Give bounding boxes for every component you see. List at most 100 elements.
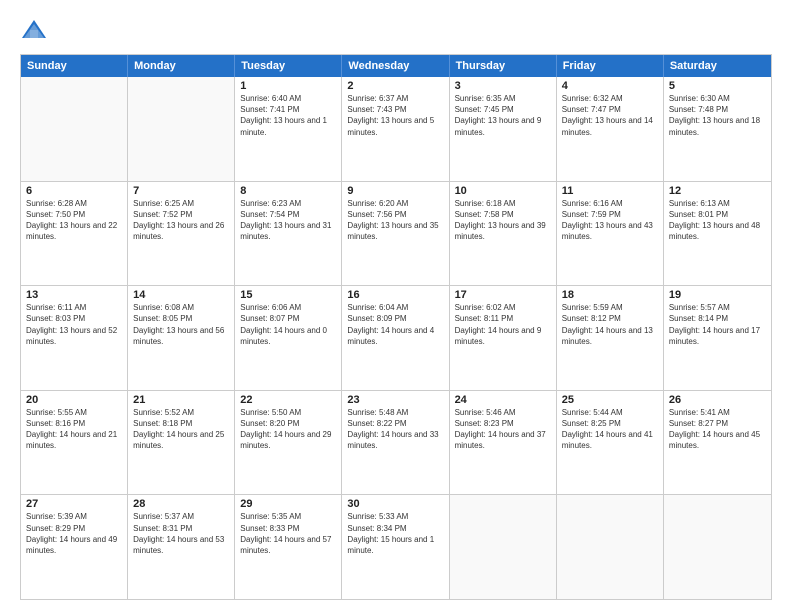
day-number: 26	[669, 394, 766, 406]
day-info: Sunrise: 6:30 AM Sunset: 7:48 PM Dayligh…	[669, 93, 766, 138]
day-number: 5	[669, 80, 766, 92]
day-cell-13: 13Sunrise: 6:11 AM Sunset: 8:03 PM Dayli…	[21, 286, 128, 390]
day-info: Sunrise: 5:35 AM Sunset: 8:33 PM Dayligh…	[240, 511, 336, 556]
empty-cell-0-1	[128, 77, 235, 181]
header-day-tuesday: Tuesday	[235, 55, 342, 77]
day-info: Sunrise: 5:39 AM Sunset: 8:29 PM Dayligh…	[26, 511, 122, 556]
day-cell-22: 22Sunrise: 5:50 AM Sunset: 8:20 PM Dayli…	[235, 391, 342, 495]
day-number: 19	[669, 289, 766, 301]
empty-cell-4-5	[557, 495, 664, 599]
day-cell-4: 4Sunrise: 6:32 AM Sunset: 7:47 PM Daylig…	[557, 77, 664, 181]
header-day-saturday: Saturday	[664, 55, 771, 77]
day-info: Sunrise: 5:55 AM Sunset: 8:16 PM Dayligh…	[26, 407, 122, 452]
day-cell-23: 23Sunrise: 5:48 AM Sunset: 8:22 PM Dayli…	[342, 391, 449, 495]
day-number: 27	[26, 498, 122, 510]
empty-cell-4-6	[664, 495, 771, 599]
day-cell-8: 8Sunrise: 6:23 AM Sunset: 7:54 PM Daylig…	[235, 182, 342, 286]
day-number: 10	[455, 185, 551, 197]
day-info: Sunrise: 6:08 AM Sunset: 8:05 PM Dayligh…	[133, 302, 229, 347]
day-cell-15: 15Sunrise: 6:06 AM Sunset: 8:07 PM Dayli…	[235, 286, 342, 390]
header-day-sunday: Sunday	[21, 55, 128, 77]
day-info: Sunrise: 6:32 AM Sunset: 7:47 PM Dayligh…	[562, 93, 658, 138]
day-number: 17	[455, 289, 551, 301]
day-cell-11: 11Sunrise: 6:16 AM Sunset: 7:59 PM Dayli…	[557, 182, 664, 286]
day-number: 22	[240, 394, 336, 406]
day-cell-10: 10Sunrise: 6:18 AM Sunset: 7:58 PM Dayli…	[450, 182, 557, 286]
day-info: Sunrise: 6:40 AM Sunset: 7:41 PM Dayligh…	[240, 93, 336, 138]
calendar-body: 1Sunrise: 6:40 AM Sunset: 7:41 PM Daylig…	[21, 77, 771, 599]
day-cell-27: 27Sunrise: 5:39 AM Sunset: 8:29 PM Dayli…	[21, 495, 128, 599]
day-info: Sunrise: 5:33 AM Sunset: 8:34 PM Dayligh…	[347, 511, 443, 556]
day-info: Sunrise: 6:20 AM Sunset: 7:56 PM Dayligh…	[347, 198, 443, 243]
day-number: 20	[26, 394, 122, 406]
day-number: 1	[240, 80, 336, 92]
day-info: Sunrise: 6:16 AM Sunset: 7:59 PM Dayligh…	[562, 198, 658, 243]
calendar-header: SundayMondayTuesdayWednesdayThursdayFrid…	[21, 55, 771, 77]
day-cell-26: 26Sunrise: 5:41 AM Sunset: 8:27 PM Dayli…	[664, 391, 771, 495]
day-cell-6: 6Sunrise: 6:28 AM Sunset: 7:50 PM Daylig…	[21, 182, 128, 286]
day-number: 21	[133, 394, 229, 406]
calendar-row-3: 20Sunrise: 5:55 AM Sunset: 8:16 PM Dayli…	[21, 390, 771, 495]
day-info: Sunrise: 6:37 AM Sunset: 7:43 PM Dayligh…	[347, 93, 443, 138]
calendar-row-2: 13Sunrise: 6:11 AM Sunset: 8:03 PM Dayli…	[21, 285, 771, 390]
page: SundayMondayTuesdayWednesdayThursdayFrid…	[0, 0, 792, 612]
day-number: 13	[26, 289, 122, 301]
day-info: Sunrise: 5:44 AM Sunset: 8:25 PM Dayligh…	[562, 407, 658, 452]
day-info: Sunrise: 6:35 AM Sunset: 7:45 PM Dayligh…	[455, 93, 551, 138]
day-cell-16: 16Sunrise: 6:04 AM Sunset: 8:09 PM Dayli…	[342, 286, 449, 390]
day-number: 23	[347, 394, 443, 406]
day-cell-19: 19Sunrise: 5:57 AM Sunset: 8:14 PM Dayli…	[664, 286, 771, 390]
day-cell-12: 12Sunrise: 6:13 AM Sunset: 8:01 PM Dayli…	[664, 182, 771, 286]
day-number: 28	[133, 498, 229, 510]
day-number: 6	[26, 185, 122, 197]
day-cell-30: 30Sunrise: 5:33 AM Sunset: 8:34 PM Dayli…	[342, 495, 449, 599]
logo	[20, 16, 52, 44]
day-number: 25	[562, 394, 658, 406]
day-info: Sunrise: 6:06 AM Sunset: 8:07 PM Dayligh…	[240, 302, 336, 347]
day-cell-5: 5Sunrise: 6:30 AM Sunset: 7:48 PM Daylig…	[664, 77, 771, 181]
day-number: 24	[455, 394, 551, 406]
day-cell-9: 9Sunrise: 6:20 AM Sunset: 7:56 PM Daylig…	[342, 182, 449, 286]
day-number: 12	[669, 185, 766, 197]
day-info: Sunrise: 5:41 AM Sunset: 8:27 PM Dayligh…	[669, 407, 766, 452]
day-number: 4	[562, 80, 658, 92]
day-info: Sunrise: 5:48 AM Sunset: 8:22 PM Dayligh…	[347, 407, 443, 452]
day-info: Sunrise: 6:18 AM Sunset: 7:58 PM Dayligh…	[455, 198, 551, 243]
header-day-thursday: Thursday	[450, 55, 557, 77]
logo-icon	[20, 16, 48, 44]
day-number: 8	[240, 185, 336, 197]
day-cell-2: 2Sunrise: 6:37 AM Sunset: 7:43 PM Daylig…	[342, 77, 449, 181]
day-info: Sunrise: 6:04 AM Sunset: 8:09 PM Dayligh…	[347, 302, 443, 347]
day-info: Sunrise: 6:23 AM Sunset: 7:54 PM Dayligh…	[240, 198, 336, 243]
day-number: 15	[240, 289, 336, 301]
day-number: 2	[347, 80, 443, 92]
empty-cell-0-0	[21, 77, 128, 181]
calendar-row-1: 6Sunrise: 6:28 AM Sunset: 7:50 PM Daylig…	[21, 181, 771, 286]
day-info: Sunrise: 6:25 AM Sunset: 7:52 PM Dayligh…	[133, 198, 229, 243]
day-number: 14	[133, 289, 229, 301]
day-cell-17: 17Sunrise: 6:02 AM Sunset: 8:11 PM Dayli…	[450, 286, 557, 390]
day-cell-20: 20Sunrise: 5:55 AM Sunset: 8:16 PM Dayli…	[21, 391, 128, 495]
day-cell-1: 1Sunrise: 6:40 AM Sunset: 7:41 PM Daylig…	[235, 77, 342, 181]
day-info: Sunrise: 6:13 AM Sunset: 8:01 PM Dayligh…	[669, 198, 766, 243]
day-number: 18	[562, 289, 658, 301]
day-info: Sunrise: 6:11 AM Sunset: 8:03 PM Dayligh…	[26, 302, 122, 347]
day-number: 29	[240, 498, 336, 510]
day-cell-14: 14Sunrise: 6:08 AM Sunset: 8:05 PM Dayli…	[128, 286, 235, 390]
header	[20, 16, 772, 44]
day-number: 9	[347, 185, 443, 197]
day-cell-3: 3Sunrise: 6:35 AM Sunset: 7:45 PM Daylig…	[450, 77, 557, 181]
header-day-monday: Monday	[128, 55, 235, 77]
day-info: Sunrise: 6:02 AM Sunset: 8:11 PM Dayligh…	[455, 302, 551, 347]
header-day-wednesday: Wednesday	[342, 55, 449, 77]
day-info: Sunrise: 6:28 AM Sunset: 7:50 PM Dayligh…	[26, 198, 122, 243]
day-cell-24: 24Sunrise: 5:46 AM Sunset: 8:23 PM Dayli…	[450, 391, 557, 495]
day-info: Sunrise: 5:52 AM Sunset: 8:18 PM Dayligh…	[133, 407, 229, 452]
calendar-row-4: 27Sunrise: 5:39 AM Sunset: 8:29 PM Dayli…	[21, 494, 771, 599]
day-cell-25: 25Sunrise: 5:44 AM Sunset: 8:25 PM Dayli…	[557, 391, 664, 495]
day-cell-29: 29Sunrise: 5:35 AM Sunset: 8:33 PM Dayli…	[235, 495, 342, 599]
header-day-friday: Friday	[557, 55, 664, 77]
day-info: Sunrise: 5:59 AM Sunset: 8:12 PM Dayligh…	[562, 302, 658, 347]
calendar: SundayMondayTuesdayWednesdayThursdayFrid…	[20, 54, 772, 600]
empty-cell-4-4	[450, 495, 557, 599]
